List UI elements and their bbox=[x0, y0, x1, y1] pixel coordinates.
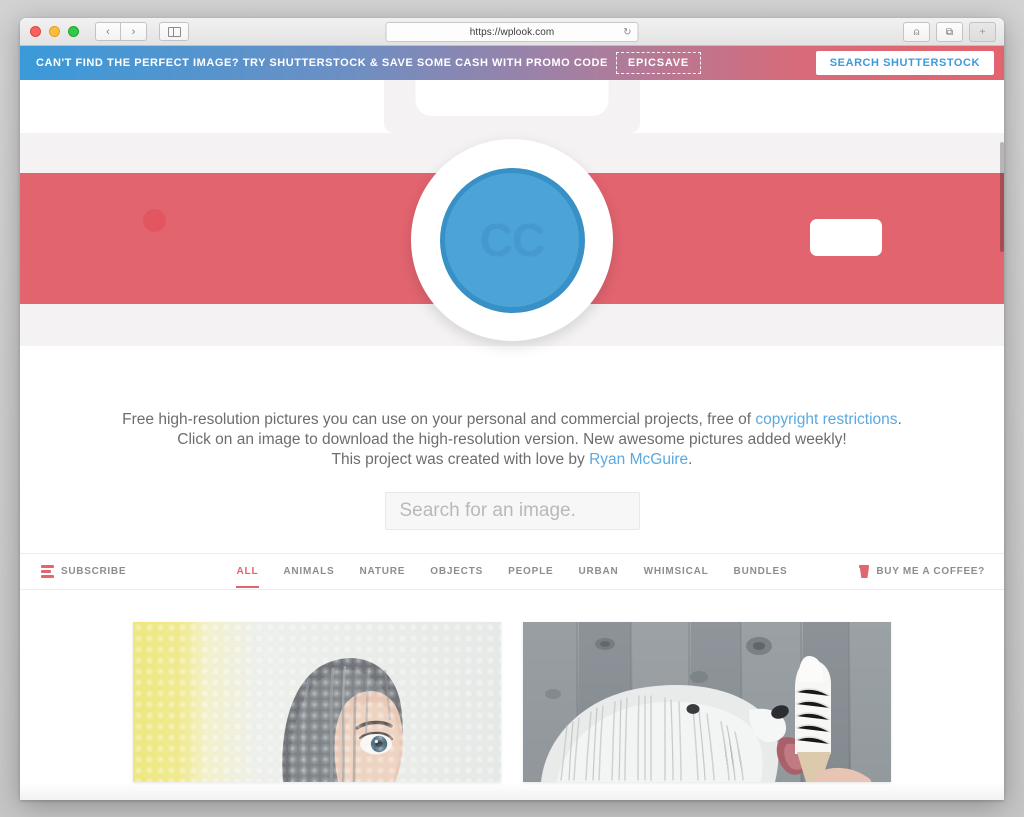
sidebar-glyph bbox=[167, 26, 181, 37]
promo-banner: CAN'T FIND THE PERFECT IMAGE? TRY SHUTTE… bbox=[20, 46, 1004, 80]
category-navbar: SUBSCRIBE ALL ANIMALS NATURE OBJECTS PEO… bbox=[20, 553, 1004, 590]
subscribe-label: SUBSCRIBE bbox=[61, 566, 127, 577]
browser-window: ‹ › https://wplook.com ↻ ⍝ ⧉ + CAN'T FIN… bbox=[20, 18, 1004, 800]
bubble-wrap-portrait-image bbox=[133, 622, 501, 782]
url-text: https://wplook.com bbox=[469, 26, 555, 38]
search-input[interactable] bbox=[384, 492, 640, 530]
intro-line-3-end: . bbox=[688, 451, 693, 468]
intro-line-3-text: This project was created with love by bbox=[331, 451, 590, 468]
page-scrollbar[interactable] bbox=[1000, 142, 1004, 800]
subscribe-icon bbox=[41, 565, 54, 578]
toolbar-right[interactable]: ⍝ ⧉ + bbox=[903, 22, 996, 42]
camera-lens-ring: CC bbox=[439, 167, 585, 313]
share-icon[interactable]: ⍝ bbox=[903, 22, 930, 42]
buy-me-a-coffee-button[interactable]: BUY ME A COFFEE? bbox=[859, 565, 985, 578]
copyright-restrictions-link[interactable]: copyright restrictions bbox=[755, 411, 897, 428]
gallery-item[interactable] bbox=[523, 622, 891, 782]
forward-icon[interactable]: › bbox=[121, 22, 147, 41]
intro-line-1: Free high-resolution pictures you can us… bbox=[20, 410, 1004, 430]
coffee-cup-icon bbox=[859, 565, 870, 578]
promo-code[interactable]: EPICSAVE bbox=[615, 52, 702, 74]
navigation-buttons[interactable]: ‹ › bbox=[95, 22, 147, 41]
category-animals[interactable]: ANIMALS bbox=[282, 555, 335, 588]
window-controls[interactable] bbox=[30, 26, 79, 37]
image-gallery bbox=[20, 590, 1004, 782]
camera-shutter-button bbox=[143, 209, 166, 232]
gallery-item[interactable] bbox=[133, 622, 501, 782]
scrollbar-thumb[interactable] bbox=[1000, 142, 1004, 252]
camera-viewfinder-hump bbox=[384, 80, 640, 133]
intro-text: Free high-resolution pictures you can us… bbox=[20, 392, 1004, 470]
reload-icon[interactable]: ↻ bbox=[623, 27, 631, 38]
intro-line-1-text: Free high-resolution pictures you can us… bbox=[122, 411, 756, 428]
close-window-button[interactable] bbox=[30, 26, 41, 37]
page-content: CC Free high-resolution pictures you can… bbox=[20, 80, 1004, 800]
desktop-background: ‹ › https://wplook.com ↻ ⍝ ⧉ + CAN'T FIN… bbox=[0, 0, 1024, 817]
page-bottom-shadow bbox=[20, 782, 1004, 800]
category-urban[interactable]: URBAN bbox=[577, 555, 619, 588]
intro-line-2: Click on an image to download the high-r… bbox=[177, 431, 847, 448]
ryan-mcguire-link[interactable]: Ryan McGuire bbox=[589, 451, 688, 468]
camera-lens: CC bbox=[411, 139, 613, 341]
camera-hero: CC bbox=[20, 80, 1004, 392]
search-shutterstock-button[interactable]: SEARCH SHUTTERSTOCK bbox=[815, 51, 994, 75]
category-nature[interactable]: NATURE bbox=[359, 555, 407, 588]
sidebar-icon[interactable] bbox=[159, 22, 189, 41]
camera-flash bbox=[810, 219, 882, 256]
dog-ice-cream-image bbox=[523, 622, 891, 782]
coffee-label: BUY ME A COFFEE? bbox=[876, 566, 985, 577]
category-people[interactable]: PEOPLE bbox=[507, 555, 554, 588]
address-bar[interactable]: https://wplook.com ↻ bbox=[385, 22, 639, 42]
subscribe-button[interactable]: SUBSCRIBE bbox=[41, 565, 126, 578]
back-icon[interactable]: ‹ bbox=[95, 22, 121, 41]
tabs-icon[interactable]: ⧉ bbox=[936, 22, 963, 42]
category-list: ALL ANIMALS NATURE OBJECTS PEOPLE URBAN … bbox=[235, 555, 789, 588]
category-bundles[interactable]: BUNDLES bbox=[733, 555, 789, 588]
promo-text: CAN'T FIND THE PERFECT IMAGE? TRY SHUTTE… bbox=[36, 57, 608, 69]
intro-line-1-end: . bbox=[897, 411, 902, 428]
hero-band-bottom bbox=[20, 346, 1004, 392]
new-tab-button[interactable]: + bbox=[969, 22, 996, 42]
search-area bbox=[20, 492, 1004, 530]
browser-titlebar: ‹ › https://wplook.com ↻ ⍝ ⧉ + bbox=[20, 18, 1004, 46]
camera-lens-inner: CC bbox=[445, 173, 579, 307]
cc-logo-text: CC bbox=[479, 214, 545, 266]
category-all[interactable]: ALL bbox=[235, 555, 260, 588]
maximize-window-button[interactable] bbox=[68, 26, 79, 37]
minimize-window-button[interactable] bbox=[49, 26, 60, 37]
intro-line-3: This project was created with love by Ry… bbox=[20, 450, 1004, 470]
category-objects[interactable]: OBJECTS bbox=[429, 555, 484, 588]
category-whimsical[interactable]: WHIMSICAL bbox=[643, 555, 710, 588]
